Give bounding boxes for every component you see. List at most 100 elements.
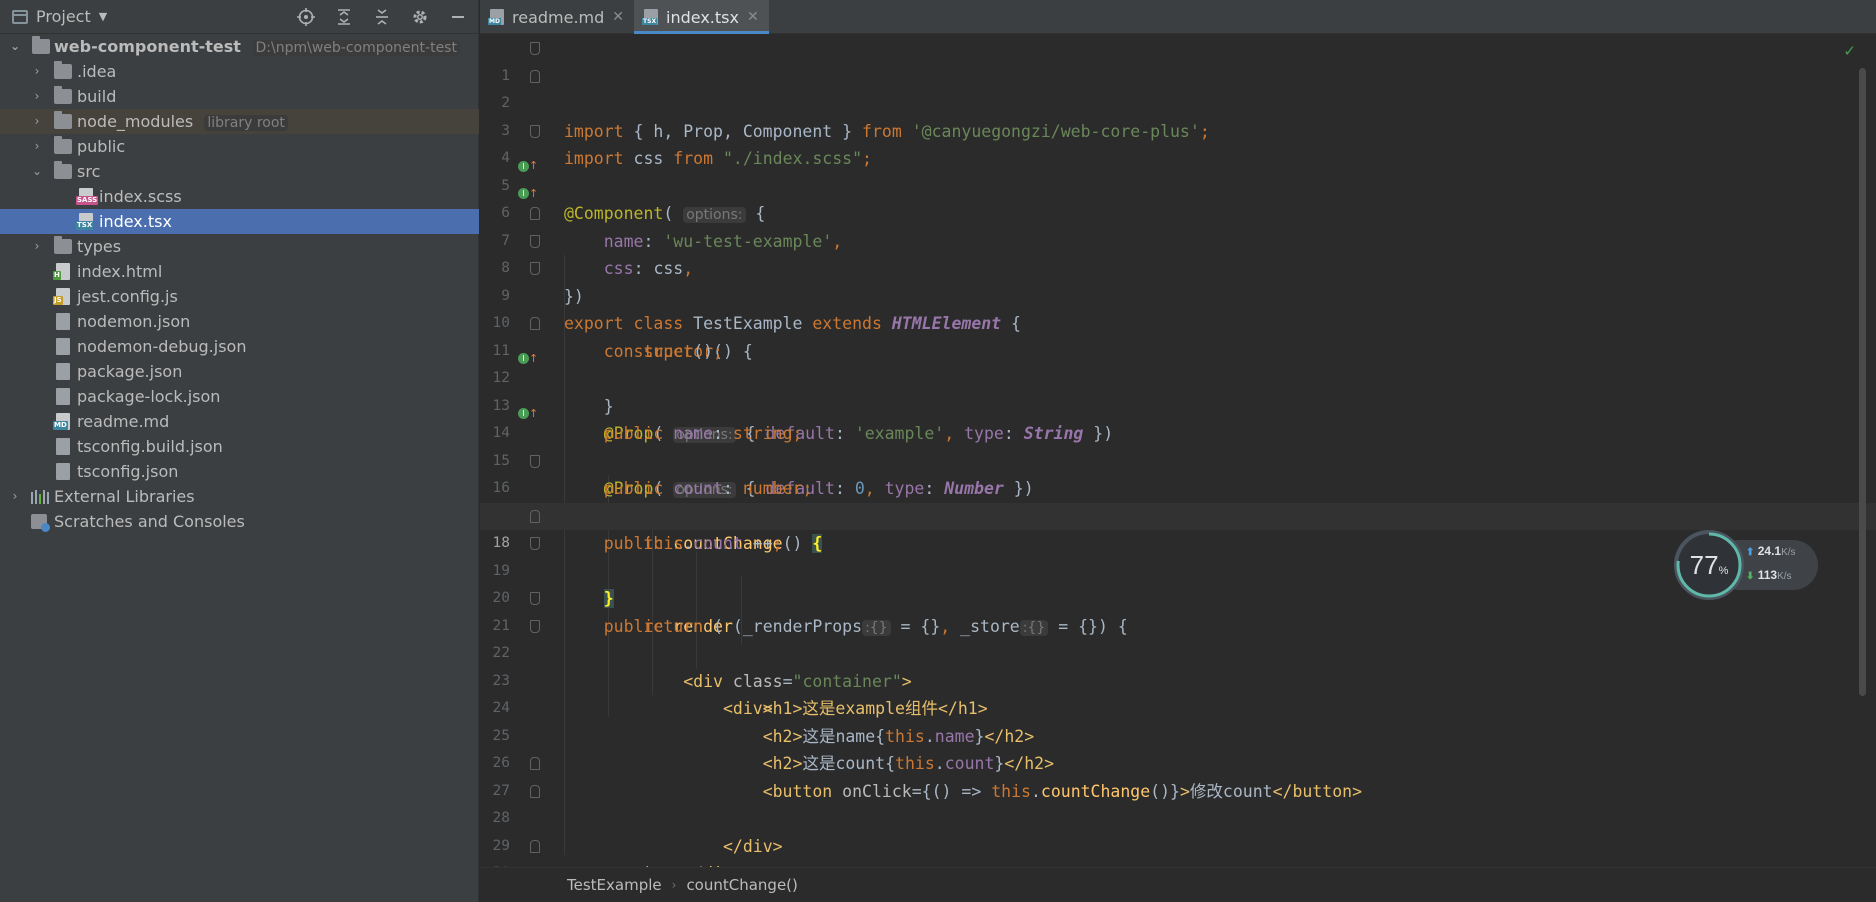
tree-item-label: tsconfig.json — [77, 462, 179, 481]
folder-icon — [54, 111, 72, 129]
code-line: 22 <div> — [480, 613, 1876, 718]
chevron-down-icon[interactable]: ⌄ — [30, 159, 44, 184]
tree-item-types[interactable]: › types — [0, 234, 479, 259]
tree-item-label: package.json — [77, 362, 183, 381]
tree-item-index-html[interactable]: H index.html — [0, 259, 479, 284]
code-line: 9 constructor() { — [480, 255, 1876, 361]
gauge-arc — [1676, 532, 1742, 598]
gear-icon[interactable] — [410, 7, 430, 27]
code-line: 26 <button onClick={() => this.countChan… — [492, 755, 1362, 801]
tree-item-build[interactable]: › build — [0, 84, 479, 109]
network-speed-widget[interactable]: 77% ⬆ 24.1K/s ⬇ 113K/s — [1674, 530, 1818, 600]
code-line: 11 } — [480, 310, 1876, 416]
tree-item-idea[interactable]: › .idea — [0, 59, 479, 84]
tree-item-index-scss[interactable]: SASS index.scss — [0, 184, 479, 209]
fold-icon[interactable] — [530, 619, 540, 633]
close-icon[interactable]: ✕ — [612, 9, 624, 25]
fold-icon[interactable] — [530, 124, 540, 138]
tree-item-label: nodemon.json — [77, 312, 191, 331]
fold-icon[interactable] — [530, 592, 540, 605]
tsx-file-icon: TSX — [76, 213, 94, 230]
chevron-right-icon[interactable]: › — [30, 59, 44, 84]
code-line: 29 ); — [492, 837, 664, 868]
tree-item-label: Scratches and Consoles — [54, 512, 245, 531]
json-file-icon — [56, 463, 70, 480]
code-line: 13 public name: string; — [492, 397, 803, 444]
chevron-right-icon[interactable]: › — [30, 84, 44, 109]
fold-icon[interactable] — [530, 42, 540, 55]
tree-item-tsconfig-build[interactable]: tsconfig.build.json — [0, 434, 479, 459]
minimize-icon[interactable] — [448, 7, 468, 27]
tree-item-index-tsx[interactable]: TSX index.tsx — [0, 209, 479, 234]
fold-icon[interactable] — [530, 509, 540, 523]
code-line: 14 I ↑ @Prop( options: { default: 0, type… — [480, 393, 1876, 498]
fold-icon[interactable] — [530, 784, 540, 798]
upload-speed: ⬆ 24.1K/s — [1746, 544, 1796, 558]
code-line: 27 </div> — [480, 750, 1876, 856]
fold-icon[interactable] — [530, 454, 540, 468]
tree-item-package-lock[interactable]: package-lock.json — [0, 384, 479, 409]
vertical-scrollbar[interactable] — [1859, 68, 1866, 696]
tree-item-nodemon[interactable]: nodemon.json — [0, 309, 479, 334]
collapse-all-icon[interactable] — [372, 7, 392, 27]
expand-all-icon[interactable] — [334, 7, 354, 27]
tree-item-scratches[interactable]: Scratches and Consoles — [0, 509, 479, 534]
chevron-right-icon[interactable]: › — [30, 234, 44, 259]
chevron-right-icon[interactable]: › — [30, 134, 44, 159]
tree-item-nodemon-debug[interactable]: nodemon-debug.json — [0, 334, 479, 359]
chevron-right-icon[interactable]: › — [30, 109, 44, 134]
code-line: 23 <h1>这是example组件</h1> — [492, 672, 988, 719]
inspection-ok-icon[interactable]: ✓ — [1843, 42, 1856, 60]
tsx-file-icon: TSX — [642, 9, 659, 25]
tree-item-tsconfig[interactable]: tsconfig.json — [0, 459, 479, 484]
code-line: 6 I ↑ css: css, — [480, 173, 1876, 279]
fold-icon[interactable] — [530, 537, 540, 550]
folder-icon — [54, 61, 72, 79]
json-file-icon — [56, 313, 70, 330]
code-line: 30 } — [480, 833, 1876, 867]
tree-item-node-modules[interactable]: › node_modules library root — [0, 109, 479, 134]
tree-item-label: public — [77, 137, 126, 156]
memory-gauge: 77% — [1674, 530, 1744, 600]
code-area[interactable]: 1 import { h, Prop, Component } from '@c… — [480, 35, 1876, 867]
code-line: 19 public render(_renderProps:{} = {}, _… — [480, 530, 1876, 636]
tree-item-external-libraries[interactable]: › External Libraries — [0, 484, 479, 509]
tree-item-readme[interactable]: MD readme.md — [0, 409, 479, 434]
fold-icon[interactable] — [530, 317, 540, 330]
tab-label: index.tsx — [666, 7, 739, 27]
tree-item-label: src — [77, 162, 101, 181]
folder-icon — [54, 86, 72, 104]
breadcrumb-method[interactable]: countChange() — [686, 876, 797, 894]
library-root-hint: library root — [204, 115, 288, 131]
libraries-icon — [31, 490, 49, 504]
project-icon — [12, 9, 28, 24]
tree-item-root[interactable]: ⌄ web-component-test D:\npm\web-componen… — [0, 34, 479, 59]
tab-readme[interactable]: MD readme.md ✕ — [480, 0, 634, 34]
breadcrumb-class[interactable]: TestExample — [567, 876, 662, 894]
fold-icon[interactable] — [530, 207, 540, 220]
code-line: 28 </div> — [480, 778, 1876, 867]
code-line: 1 import { h, Prop, Component } from '@c… — [480, 35, 1876, 141]
tree-item-package[interactable]: package.json — [0, 359, 479, 384]
tab-index-tsx[interactable]: TSX index.tsx ✕ — [634, 0, 769, 34]
locate-file-icon[interactable] — [296, 7, 316, 27]
breadcrumb: TestExample › countChange() — [480, 867, 1876, 902]
html-file-icon: H — [53, 263, 70, 280]
fold-icon[interactable] — [530, 69, 540, 83]
fold-icon[interactable] — [530, 262, 540, 275]
close-icon[interactable]: ✕ — [747, 9, 759, 25]
project-tool-window: Project ▼ ⌄ web-component-test D:\npm\we… — [0, 0, 479, 902]
download-speed: ⬇ 113K/s — [1746, 568, 1792, 582]
chevron-right-icon[interactable]: › — [8, 484, 22, 509]
chevron-down-icon[interactable]: ▼ — [99, 10, 107, 23]
fold-icon[interactable] — [530, 839, 540, 853]
tree-item-jest-config[interactable]: JS jest.config.js — [0, 284, 479, 309]
tree-item-src[interactable]: ⌄ src — [0, 159, 479, 184]
chevron-down-icon[interactable]: ⌄ — [8, 34, 22, 59]
tree-item-label: External Libraries — [54, 487, 195, 506]
code-line: 25 <h2>这是count{this.count}</h2> — [492, 727, 1055, 774]
fold-icon[interactable] — [530, 757, 540, 770]
arrow-down-icon: ⬇ — [1746, 571, 1755, 582]
tree-item-public[interactable]: › public — [0, 134, 479, 159]
fold-icon[interactable] — [530, 234, 540, 248]
